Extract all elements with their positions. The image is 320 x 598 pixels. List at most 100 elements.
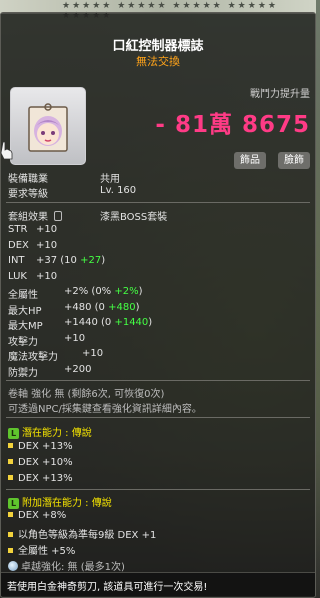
potential-line-text: DEX +13% [18, 441, 73, 452]
lipstick-controller-badge-icon [28, 103, 68, 152]
bonus-potential-line: DEX +8% [8, 510, 66, 521]
divider [6, 380, 310, 381]
potential-line-text: DEX +10% [18, 457, 73, 468]
potential-header: L 潛在能力 : 傳說 [8, 424, 92, 439]
bonus-potential-title: 附加潛在能力 : 傳說 [22, 498, 112, 509]
potential-line: DEX +13% [8, 441, 73, 452]
stat-label: DEX [8, 239, 29, 251]
level-label: 要求等級 [8, 189, 48, 200]
stat-bonus: +2% [114, 286, 139, 297]
item-icon-frame [10, 87, 86, 165]
soul-row: 卓越強化: 無 (最多1次) [8, 558, 125, 573]
set-name: 漆黑BOSS套裝 [100, 212, 168, 223]
potential-line: DEX +10% [8, 457, 73, 468]
legendary-badge-icon: L [8, 498, 19, 509]
stat-value: +480 (0 +480) [64, 302, 139, 313]
stat-value: +200 [64, 364, 91, 375]
stat-label: 攻擊力 [8, 336, 38, 348]
stat-bonus: +1440 [114, 317, 149, 328]
stat-base: +10 [36, 239, 58, 251]
job-row: 裝備職業 共用 [8, 170, 120, 185]
job-value: 共用 [100, 174, 120, 185]
stat-row: 全屬性 +2% (0% +2%) [8, 286, 143, 301]
footer-text: 若使用白金神奇剪刀, 該道具可進行一次交易! [7, 582, 208, 593]
level-row: 要求等級 Lv. 160 [8, 185, 136, 200]
stat-value: +10 [36, 240, 57, 251]
stat-row: STR +10 [8, 224, 57, 235]
stat-row: 最大HP +480 (0 +480) [8, 302, 139, 317]
stat-bonus: +27 [80, 255, 102, 266]
stat-base: +1440 (0 [64, 317, 115, 328]
stat-base: +2% (0% [64, 286, 115, 297]
stat-label: 魔法攻擊力 [8, 352, 58, 363]
stat-suffix: ) [101, 255, 106, 266]
stat-value: +10 [82, 348, 103, 359]
stat-row: 防禦力 +200 [8, 364, 91, 379]
stat-value: +37 (10 +27) [36, 255, 105, 266]
stat-base: +10 [82, 348, 104, 359]
stat-bonus: +480 [108, 301, 136, 313]
bonus-potential-header: L 附加潛在能力 : 傳說 [8, 494, 112, 509]
bullet-icon [8, 443, 13, 448]
bullet-icon [8, 548, 13, 553]
soul-orb-icon [8, 561, 18, 571]
stat-value: +10 [64, 333, 85, 344]
bonus-potential-line: 以角色等級為準每9級 DEX +1 [8, 526, 156, 541]
level-value: Lv. 160 [100, 185, 137, 196]
divider [6, 417, 310, 418]
set-info-icon[interactable] [54, 211, 62, 221]
bullet-icon [8, 512, 13, 517]
legendary-badge-icon: L [8, 428, 19, 439]
stat-base: +37 (10 [36, 255, 81, 266]
stat-row: DEX +10 [8, 239, 57, 251]
stat-label: 全屬性 [8, 290, 38, 301]
tag-accessory: 飾品 [234, 152, 266, 169]
stat-value: +10 [36, 224, 57, 235]
enhance-line-2: 可透過NPC/採集鍵查看強化資訊詳細內容。 [8, 404, 202, 415]
bonus-potential-line: 全屬性 +5% [8, 542, 75, 557]
bonus-potential-line-text: DEX +8% [18, 510, 67, 521]
bonus-potential-line-text: 以角色等級為準每9級 DEX +1 [18, 530, 157, 541]
stat-base: +10 [36, 224, 58, 235]
stat-label: 最大HP [8, 305, 42, 317]
hand-cursor-icon [0, 141, 13, 160]
stat-row: 魔法攻擊力 +10 [8, 348, 103, 363]
stat-label: 防禦力 [8, 367, 38, 379]
stat-base: +10 [64, 332, 86, 344]
power-change-label: 戰鬥力提升量 [250, 89, 310, 100]
stat-label: STR [8, 224, 28, 235]
bullet-icon [8, 532, 13, 537]
enhance-line-1: 卷軸 強化 無 (剩餘6次, 可恢復0次) [8, 389, 165, 400]
stat-base: +480 (0 [64, 301, 109, 313]
stat-suffix: ) [138, 286, 143, 297]
stat-value: +2% (0% +2%) [64, 286, 143, 297]
power-change-value: - 81萬 8675 [155, 112, 310, 138]
stat-label: INT [8, 255, 25, 266]
stat-label: 最大MP [8, 321, 43, 332]
stat-label: LUK [8, 270, 27, 282]
tag-face-accessory: 臉飾 [278, 152, 310, 169]
stat-row: INT +37 (10 +27) [8, 255, 105, 266]
stat-base: +10 [36, 270, 58, 282]
set-label: 套組效果 [8, 212, 48, 223]
item-name: 口紅控制器標誌 [112, 39, 204, 54]
stat-base: +200 [64, 363, 92, 375]
stat-row: LUK +10 [8, 270, 57, 282]
divider [6, 489, 310, 490]
divider [6, 202, 310, 203]
stat-value: +10 [36, 271, 57, 282]
tooltip-footer: 若使用白金神奇剪刀, 該道具可進行一次交易! [1, 572, 315, 596]
potential-title: 潛在能力 : 傳說 [22, 428, 92, 439]
bullet-icon [8, 475, 13, 480]
stat-row: 最大MP +1440 (0 +1440) [8, 317, 152, 332]
potential-line-text: DEX +13% [18, 473, 73, 484]
trade-status: 無法交換 [136, 55, 180, 68]
stat-suffix: ) [148, 317, 153, 328]
potential-line: DEX +13% [8, 473, 73, 484]
stat-suffix: ) [135, 301, 140, 313]
set-row: 套組效果 漆黑BOSS套裝 [8, 208, 167, 223]
bullet-icon [8, 459, 13, 464]
job-label: 裝備職業 [8, 174, 48, 185]
stat-row: 攻擊力 +10 [8, 333, 85, 348]
bonus-potential-line-text: 全屬性 +5% [18, 546, 76, 557]
